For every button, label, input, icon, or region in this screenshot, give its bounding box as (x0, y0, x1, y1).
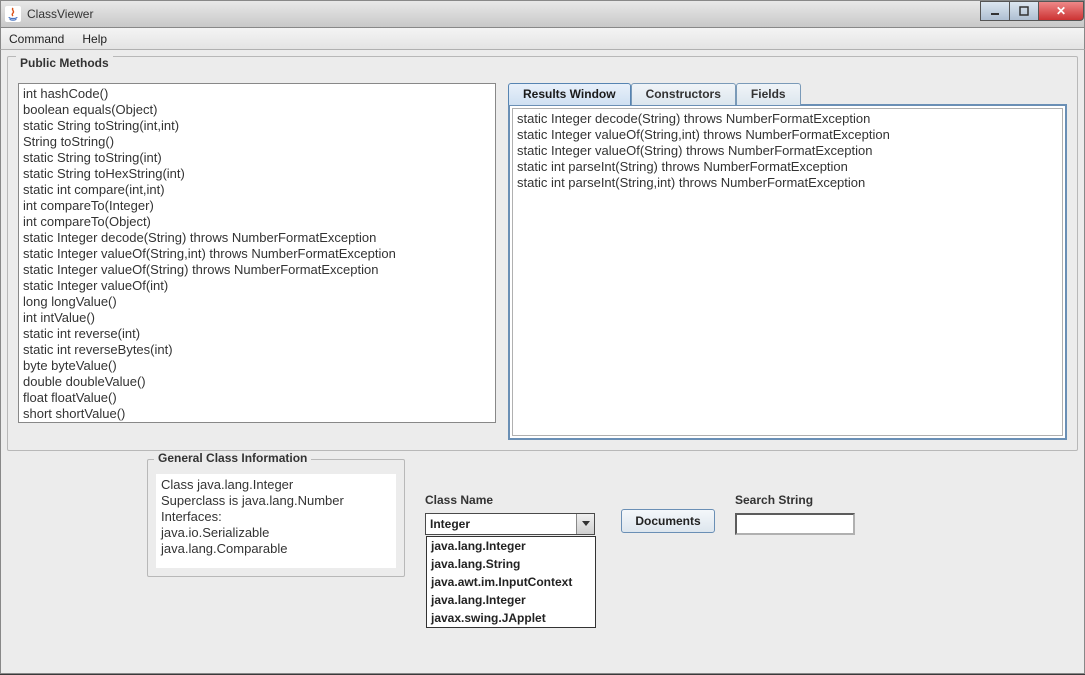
search-column: Search String (735, 459, 855, 535)
window-titlebar: ClassViewer ✕ (0, 0, 1085, 28)
documents-column: Documents (621, 459, 715, 533)
tabs-row: Results Window Constructors Fields (508, 83, 1067, 105)
public-methods-group: Public Methods int hashCode()boolean equ… (7, 56, 1078, 451)
search-input[interactable] (735, 513, 855, 535)
method-item[interactable]: static String toString(int) (23, 150, 491, 166)
methods-listbox[interactable]: int hashCode()boolean equals(Object)stat… (18, 83, 496, 423)
gci-textbox[interactable]: Class java.lang.IntegerSuperclass is jav… (156, 474, 396, 568)
method-item[interactable]: short shortValue() (23, 406, 491, 422)
tab-fields[interactable]: Fields (736, 83, 801, 105)
class-name-column: Class Name Integer java.lang.Integerjava… (425, 459, 601, 535)
method-item[interactable]: String toString() (23, 134, 491, 150)
dropdown-option[interactable]: javax.swing.JApplet (427, 609, 595, 627)
gci-legend: General Class Information (154, 451, 311, 465)
method-item[interactable]: static String toHexString(int) (23, 166, 491, 182)
results-listbox[interactable]: static Integer decode(String) throws Num… (512, 108, 1063, 436)
result-item[interactable]: static int parseInt(String,int) throws N… (517, 175, 1058, 191)
dropdown-option[interactable]: java.lang.Integer (427, 591, 595, 609)
method-item[interactable]: static Integer valueOf(String) throws Nu… (23, 262, 491, 278)
method-item[interactable]: static int reverseBytes(int) (23, 342, 491, 358)
documents-button[interactable]: Documents (621, 509, 715, 533)
class-name-combobox[interactable]: Integer java.lang.Integerjava.lang.Strin… (425, 513, 595, 535)
window-title: ClassViewer (27, 7, 93, 21)
dropdown-option[interactable]: java.lang.String (427, 555, 595, 573)
results-panel: static Integer decode(String) throws Num… (508, 104, 1067, 440)
client-area: Public Methods int hashCode()boolean equ… (0, 50, 1085, 674)
method-item[interactable]: boolean equals(Object) (23, 102, 491, 118)
method-item[interactable]: double doubleValue() (23, 374, 491, 390)
java-icon (5, 6, 21, 22)
gci-line: java.lang.Comparable (161, 541, 391, 557)
result-item[interactable]: static Integer valueOf(String,int) throw… (517, 127, 1058, 143)
method-item[interactable]: static int compare(int,int) (23, 182, 491, 198)
window-controls: ✕ (981, 1, 1084, 21)
class-name-dropdown-list[interactable]: java.lang.Integerjava.lang.Stringjava.aw… (426, 536, 596, 628)
public-methods-legend: Public Methods (16, 56, 113, 70)
method-item[interactable]: int hashCode() (23, 86, 491, 102)
method-item[interactable]: int compareTo(Integer) (23, 198, 491, 214)
method-item[interactable]: int intValue() (23, 310, 491, 326)
chevron-down-icon[interactable] (576, 514, 594, 534)
gci-line: Class java.lang.Integer (161, 477, 391, 493)
gci-line: Superclass is java.lang.Number (161, 493, 391, 509)
method-item[interactable]: static int reverse(int) (23, 326, 491, 342)
tab-constructors[interactable]: Constructors (631, 83, 736, 105)
menubar: Command Help (0, 28, 1085, 50)
method-item[interactable]: static Integer decode(String) throws Num… (23, 230, 491, 246)
class-name-selected: Integer (426, 517, 576, 531)
method-item[interactable]: byte byteValue() (23, 358, 491, 374)
menu-command[interactable]: Command (9, 32, 64, 46)
tab-results-window[interactable]: Results Window (508, 83, 631, 105)
menu-help[interactable]: Help (82, 32, 107, 46)
close-button[interactable]: ✕ (1038, 1, 1084, 21)
class-name-label: Class Name (425, 493, 601, 507)
gci-line: Interfaces: (161, 509, 391, 525)
search-label: Search String (735, 493, 855, 507)
method-item[interactable]: static Integer valueOf(int) (23, 278, 491, 294)
result-item[interactable]: static Integer decode(String) throws Num… (517, 111, 1058, 127)
method-item[interactable]: long longValue() (23, 294, 491, 310)
result-item[interactable]: static Integer valueOf(String) throws Nu… (517, 143, 1058, 159)
method-item[interactable]: static Integer valueOf(String,int) throw… (23, 246, 491, 262)
dropdown-option[interactable]: java.lang.Integer (427, 537, 595, 555)
dropdown-option[interactable]: java.awt.im.InputContext (427, 573, 595, 591)
bottom-area: General Class Information Class java.lan… (7, 451, 1078, 577)
minimize-button[interactable] (980, 1, 1010, 21)
maximize-button[interactable] (1009, 1, 1039, 21)
general-class-info-group: General Class Information Class java.lan… (147, 459, 405, 577)
method-item[interactable]: float floatValue() (23, 390, 491, 406)
method-item[interactable]: int compareTo(Object) (23, 214, 491, 230)
method-item[interactable]: static String toString(int,int) (23, 118, 491, 134)
gci-line: java.io.Serializable (161, 525, 391, 541)
result-item[interactable]: static int parseInt(String) throws Numbe… (517, 159, 1058, 175)
